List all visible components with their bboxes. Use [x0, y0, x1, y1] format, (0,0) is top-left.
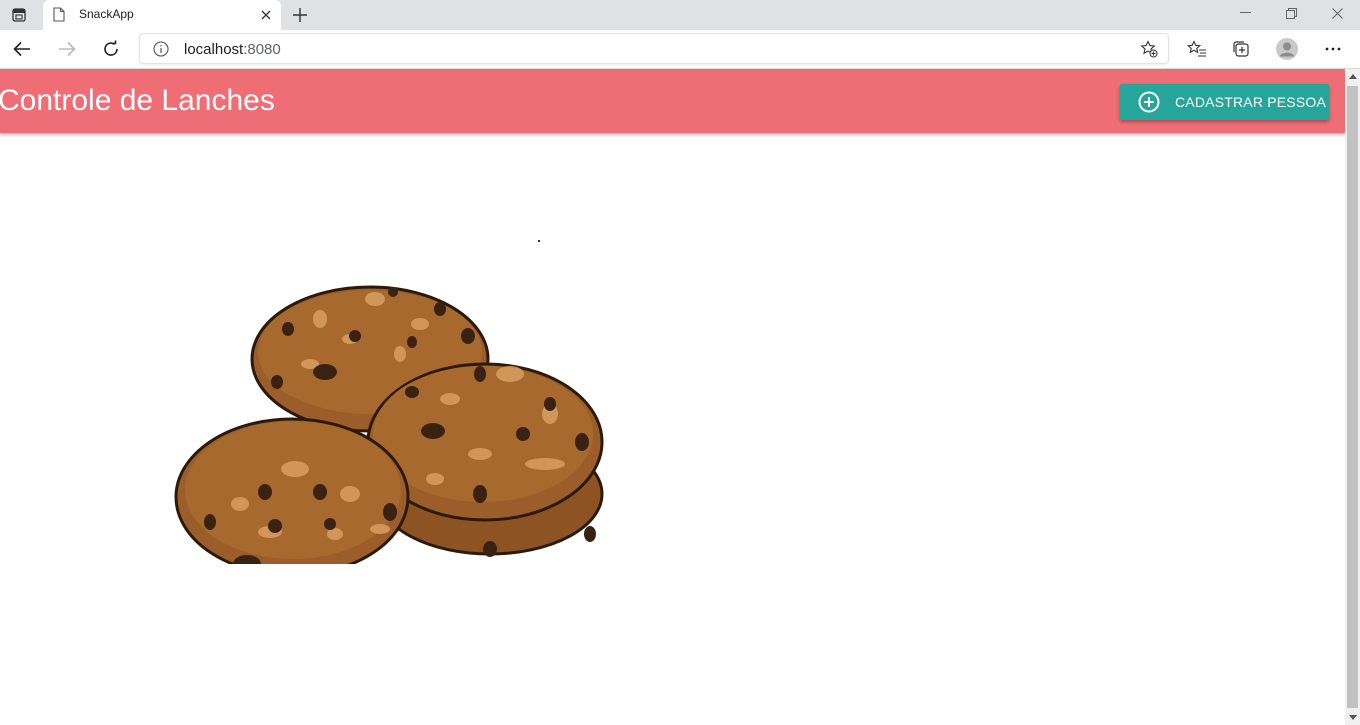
page-icon	[53, 7, 67, 23]
browser-tab[interactable]: SnackApp	[43, 0, 281, 30]
forward-arrow-icon[interactable]	[52, 34, 82, 64]
more-icon[interactable]	[1318, 34, 1348, 64]
tab-bar: SnackApp	[0, 0, 1360, 30]
register-person-label: CADASTRAR PESSOA	[1175, 94, 1327, 110]
favorites-icon[interactable]	[1182, 34, 1212, 64]
tab-title: SnackApp	[79, 7, 134, 21]
address-bar[interactable]: localhost:8080	[139, 33, 1169, 64]
stray-dot	[538, 240, 540, 242]
minimize-icon[interactable]	[1222, 0, 1268, 26]
scroll-thumb[interactable]	[1347, 86, 1358, 708]
profile-avatar-icon[interactable]	[1272, 34, 1302, 64]
app-header: Controle de Lanches CADASTRAR PESSOA	[0, 69, 1345, 133]
cookies-illustration	[174, 285, 604, 564]
add-favorite-icon[interactable]	[1140, 40, 1158, 58]
collections-icon[interactable]	[1226, 34, 1256, 64]
back-arrow-icon[interactable]	[7, 34, 37, 64]
page-title: Controle de Lanches	[0, 84, 275, 117]
register-person-button[interactable]: CADASTRAR PESSOA	[1120, 84, 1329, 120]
add-circle-icon	[1138, 91, 1160, 113]
page-viewport: Controle de Lanches CADASTRAR PESSOA	[0, 69, 1345, 725]
page-scrollbar[interactable]	[1345, 69, 1360, 725]
browser-toolbar: localhost:8080	[0, 30, 1360, 69]
scroll-up-icon[interactable]	[1345, 69, 1360, 84]
restore-icon[interactable]	[1268, 0, 1314, 26]
close-icon[interactable]	[257, 6, 275, 24]
tab-actions-icon[interactable]	[8, 5, 30, 25]
scroll-down-icon[interactable]	[1345, 710, 1360, 725]
reload-icon[interactable]	[96, 34, 126, 64]
url-text: localhost:8080	[184, 41, 281, 58]
info-icon[interactable]	[153, 41, 169, 57]
plus-icon[interactable]	[289, 4, 311, 26]
close-window-icon[interactable]	[1314, 0, 1360, 26]
